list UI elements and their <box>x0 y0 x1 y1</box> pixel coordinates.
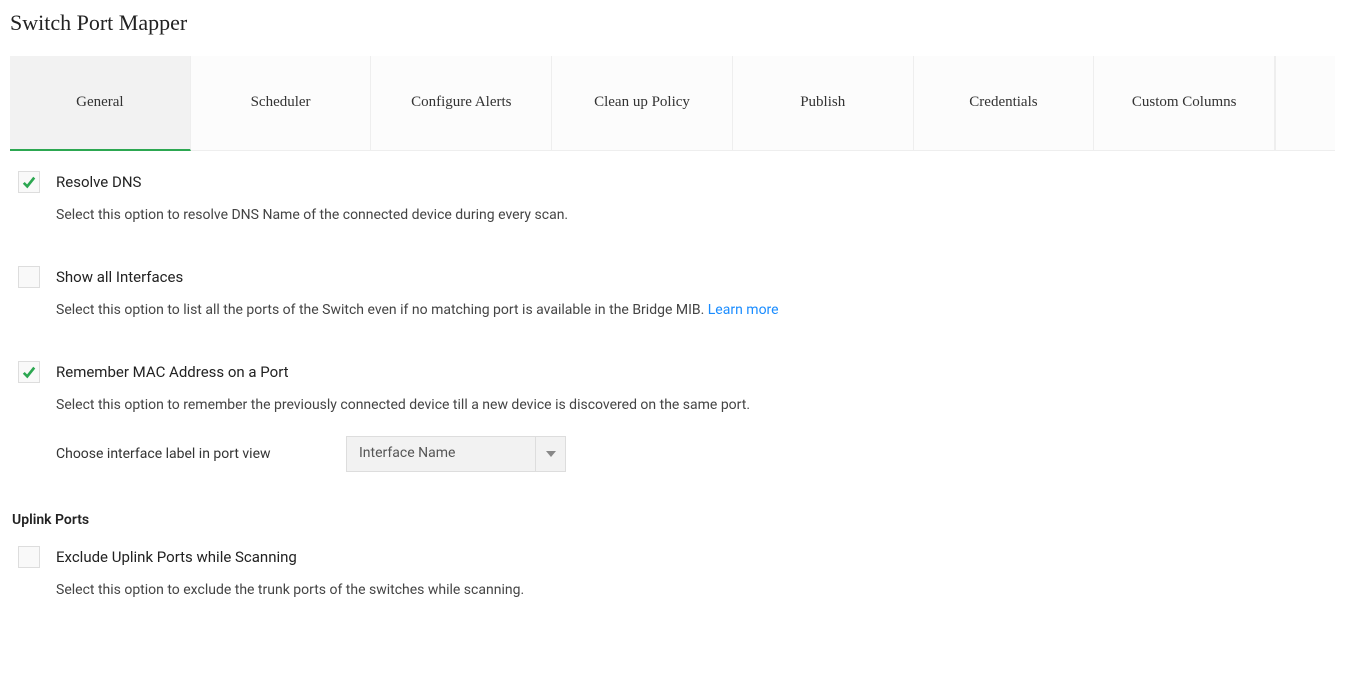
chevron-down-icon <box>535 437 565 471</box>
desc-exclude-uplink: Select this option to exclude the trunk … <box>56 580 1335 601</box>
tab-credentials[interactable]: Credentials <box>914 56 1095 150</box>
uplink-ports-header: Uplink Ports <box>10 512 1335 528</box>
desc-text-show-all-interfaces: Select this option to list all the ports… <box>56 302 708 318</box>
checkbox-exclude-uplink[interactable] <box>18 546 40 568</box>
setting-remember-mac: Remember MAC Address on a Port Select th… <box>10 361 1335 472</box>
tabs-container: General Scheduler Configure Alerts Clean… <box>10 56 1335 151</box>
interface-label-value: Interface Name <box>347 437 535 471</box>
desc-show-all-interfaces: Select this option to list all the ports… <box>56 300 1335 321</box>
tab-clean-up-policy[interactable]: Clean up Policy <box>552 56 733 150</box>
interface-label-row: Choose interface label in port view Inte… <box>56 436 1335 472</box>
setting-show-all-interfaces: Show all Interfaces Select this option t… <box>10 266 1335 321</box>
label-show-all-interfaces: Show all Interfaces <box>56 268 183 286</box>
label-exclude-uplink: Exclude Uplink Ports while Scanning <box>56 548 297 566</box>
setting-resolve-dns: Resolve DNS Select this option to resolv… <box>10 171 1335 226</box>
tab-custom-columns[interactable]: Custom Columns <box>1094 56 1275 150</box>
checkbox-resolve-dns[interactable] <box>18 171 40 193</box>
setting-exclude-uplink: Exclude Uplink Ports while Scanning Sele… <box>10 546 1335 601</box>
checkbox-remember-mac[interactable] <box>18 361 40 383</box>
check-icon <box>22 365 36 379</box>
tab-spacer <box>1275 56 1335 150</box>
page-title: Switch Port Mapper <box>10 10 1335 36</box>
tab-general[interactable]: General <box>10 56 191 151</box>
interface-label-text: Choose interface label in port view <box>56 446 306 462</box>
learn-more-link[interactable]: Learn more <box>708 302 779 318</box>
label-remember-mac: Remember MAC Address on a Port <box>56 363 289 381</box>
checkbox-show-all-interfaces[interactable] <box>18 266 40 288</box>
desc-resolve-dns: Select this option to resolve DNS Name o… <box>56 205 1335 226</box>
tab-publish[interactable]: Publish <box>733 56 914 150</box>
label-resolve-dns: Resolve DNS <box>56 173 141 191</box>
tab-configure-alerts[interactable]: Configure Alerts <box>371 56 552 150</box>
interface-label-dropdown[interactable]: Interface Name <box>346 436 566 472</box>
tab-scheduler[interactable]: Scheduler <box>191 56 372 150</box>
check-icon <box>22 175 36 189</box>
desc-remember-mac: Select this option to remember the previ… <box>56 395 1335 416</box>
content-area: Resolve DNS Select this option to resolv… <box>10 151 1335 631</box>
